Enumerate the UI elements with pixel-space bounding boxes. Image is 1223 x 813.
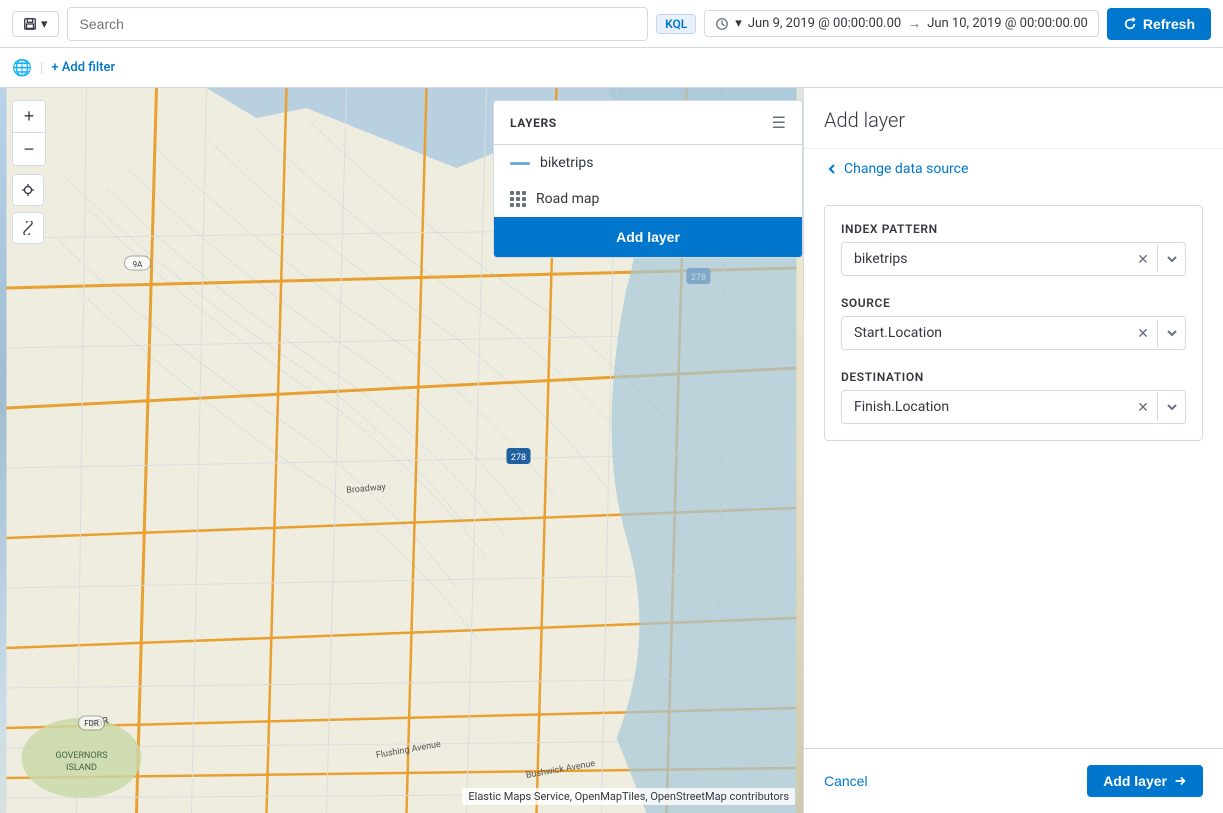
map-area[interactable]: 495 278 278 <box>0 88 803 813</box>
layer-item-roadmap[interactable]: Road map <box>494 181 802 217</box>
index-pattern-dropdown-button[interactable] <box>1157 245 1185 273</box>
change-source-button[interactable]: Change data source <box>804 149 1223 189</box>
panel-header: Add layer <box>804 88 1223 149</box>
svg-text:9A: 9A <box>133 260 143 269</box>
filterbar: 🌐 | + Add filter <box>0 48 1223 88</box>
chevron-down-icon <box>1166 327 1178 339</box>
cancel-button[interactable]: Cancel <box>824 773 868 789</box>
form-card: Index pattern biketrips ✕ Source <box>824 205 1203 441</box>
layers-menu-icon[interactable]: ☰ <box>772 113 786 132</box>
destination-select[interactable]: Finish.Location ✕ <box>841 390 1186 424</box>
time-from: Jun 9, 2019 @ 00:00:00.00 <box>748 16 901 31</box>
map-controls: + − <box>12 100 46 244</box>
layer-item-biketrips[interactable]: biketrips <box>494 145 802 181</box>
destination-clear-button[interactable]: ✕ <box>1129 393 1157 421</box>
main-area: 495 278 278 <box>0 88 1223 813</box>
save-icon <box>23 17 37 31</box>
index-pattern-clear-button[interactable]: ✕ <box>1129 245 1157 273</box>
link-control-wrap <box>12 212 46 244</box>
time-to: Jun 10, 2019 @ 00:00:00.00 <box>927 16 1088 31</box>
add-layer-button[interactable]: Add layer <box>494 217 802 257</box>
add-layer-panel-label: Add layer <box>1103 773 1167 789</box>
topbar: ▾ KQL ▾ Jun 9, 2019 @ 00:00:00.00 → Jun … <box>0 0 1223 48</box>
add-filter-button[interactable]: + Add filter <box>51 60 115 75</box>
zoom-in-button[interactable]: + <box>13 101 45 133</box>
index-pattern-select[interactable]: biketrips ✕ <box>841 242 1186 276</box>
link-button[interactable] <box>12 212 44 244</box>
chevron-left-icon <box>824 161 840 177</box>
layer-biketrips-name: biketrips <box>540 155 593 171</box>
layers-panel: LAYERS ☰ biketrips Road map Add layer <box>493 100 803 258</box>
filter-divider: | <box>40 60 43 76</box>
zoom-out-button[interactable]: − <box>13 133 45 165</box>
source-clear-button[interactable]: ✕ <box>1129 319 1157 347</box>
svg-text:GOVERNORS: GOVERNORS <box>55 751 107 761</box>
add-layer-panel-button[interactable]: Add layer <box>1087 765 1203 797</box>
chevron-down-icon <box>1166 401 1178 413</box>
crosshair-icon <box>21 183 35 197</box>
source-select[interactable]: Start.Location ✕ <box>841 316 1186 350</box>
map-attribution: Elastic Maps Service, OpenMapTiles, Open… <box>462 788 795 805</box>
refresh-label: Refresh <box>1143 16 1195 32</box>
chevron-down-icon: ▾ <box>41 16 48 32</box>
index-pattern-label: Index pattern <box>841 222 1186 236</box>
index-pattern-value: biketrips <box>842 243 1129 275</box>
chevron-down-icon <box>1166 253 1178 265</box>
source-field: Source Start.Location ✕ <box>841 296 1186 350</box>
svg-text:FDR: FDR <box>84 719 99 728</box>
locate-button[interactable] <box>12 174 44 206</box>
destination-dropdown-button[interactable] <box>1157 393 1185 421</box>
locate-control-wrap <box>12 174 46 206</box>
zoom-controls: + − <box>12 100 46 166</box>
layers-header: LAYERS ☰ <box>494 101 802 145</box>
svg-text:ISLAND: ISLAND <box>66 763 97 773</box>
refresh-button[interactable]: Refresh <box>1107 8 1211 40</box>
link-icon <box>21 221 35 235</box>
clock-icon <box>715 17 729 31</box>
svg-text:278: 278 <box>511 453 526 463</box>
source-label: Source <box>841 296 1186 310</box>
time-picker[interactable]: ▾ Jun 9, 2019 @ 00:00:00.00 → Jun 10, 20… <box>704 10 1099 37</box>
refresh-icon <box>1123 17 1137 31</box>
change-source-label: Change data source <box>844 161 968 177</box>
panel-title: Add layer <box>824 108 1203 132</box>
arrow-right-icon <box>1173 774 1187 788</box>
destination-field: Destination Finish.Location ✕ <box>841 370 1186 424</box>
source-value: Start.Location <box>842 317 1129 349</box>
search-input[interactable] <box>67 7 649 41</box>
layer-roadmap-name: Road map <box>536 191 599 207</box>
panel-footer: Cancel Add layer <box>804 748 1223 813</box>
source-dropdown-button[interactable] <box>1157 319 1185 347</box>
destination-value: Finish.Location <box>842 391 1129 423</box>
destination-label: Destination <box>841 370 1186 384</box>
layer-line-icon <box>510 162 530 165</box>
save-button[interactable]: ▾ <box>12 11 59 37</box>
time-arrow: → <box>907 15 921 32</box>
chevron-down-icon: ▾ <box>735 16 742 31</box>
layer-grid-icon <box>510 191 526 207</box>
layers-title: LAYERS <box>510 116 557 130</box>
index-pattern-field: Index pattern biketrips ✕ <box>841 222 1186 276</box>
right-panel: Add layer Change data source Index patte… <box>803 88 1223 813</box>
form-section: Index pattern biketrips ✕ Source <box>804 189 1223 457</box>
kql-badge[interactable]: KQL <box>656 14 696 34</box>
globe-icon[interactable]: 🌐 <box>12 58 32 77</box>
save-area: ▾ <box>12 11 59 37</box>
